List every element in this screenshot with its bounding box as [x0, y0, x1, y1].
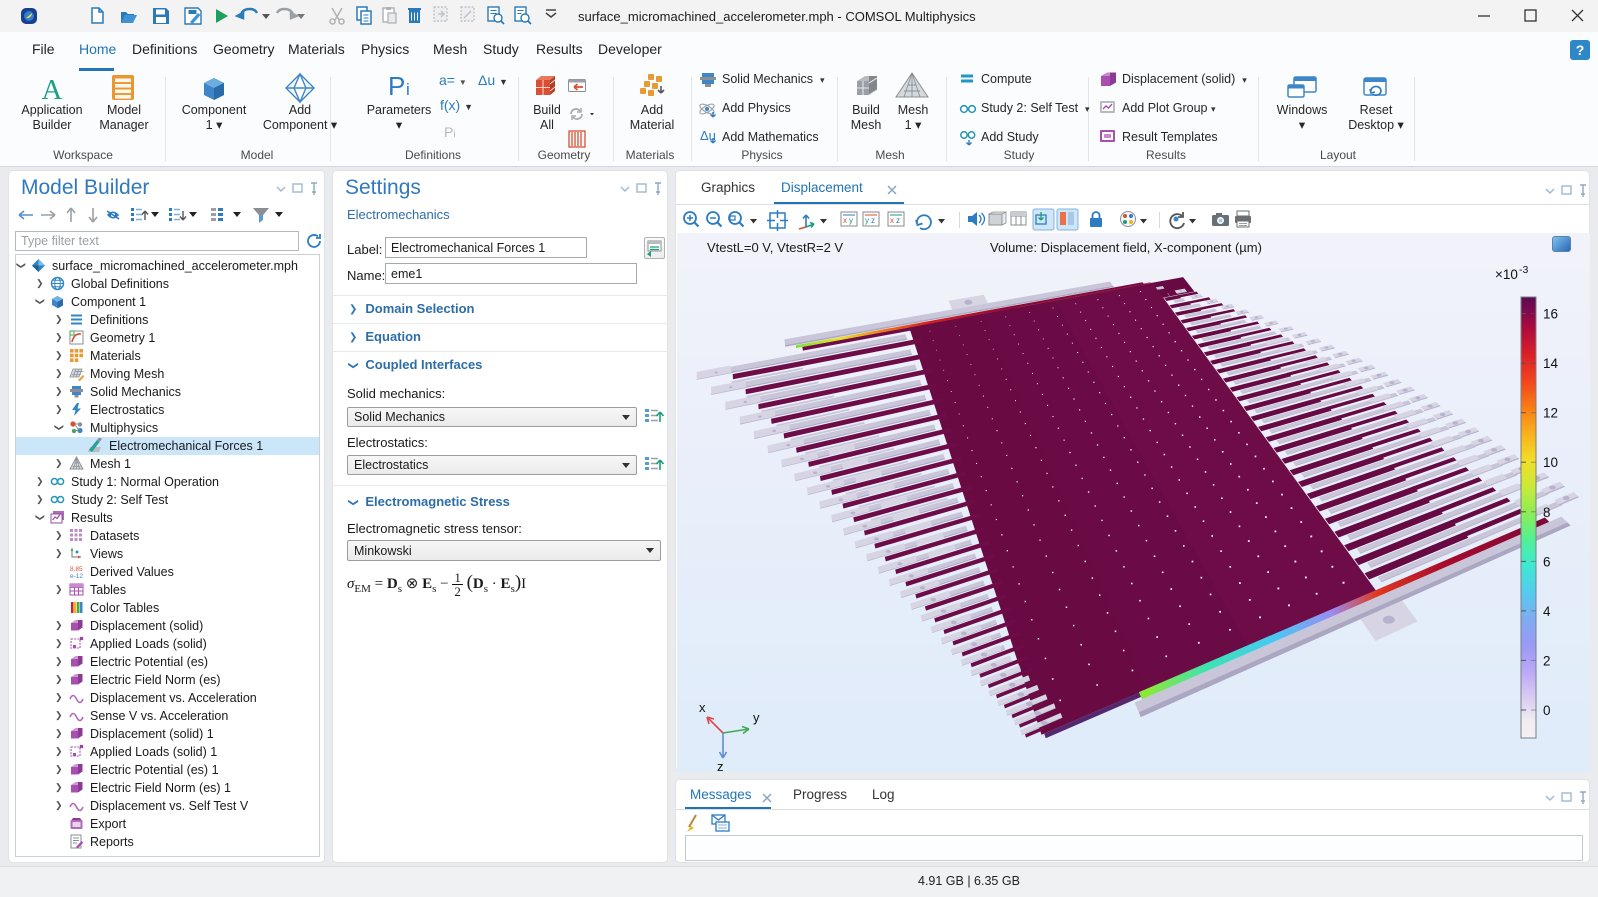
- svg-text:16: 16: [1543, 307, 1558, 322]
- svg-text:x: x: [699, 700, 706, 715]
- svg-text:P: P: [388, 71, 405, 101]
- svg-text:z: z: [717, 759, 724, 772]
- svg-text:e-12: e-12: [70, 573, 83, 579]
- svg-text:y: y: [865, 216, 869, 225]
- svg-text:4: 4: [1543, 604, 1551, 619]
- svg-text:12: 12: [1543, 406, 1558, 421]
- svg-text:z: z: [896, 216, 900, 225]
- svg-text:0: 0: [1543, 703, 1551, 718]
- svg-text:x: x: [843, 216, 847, 225]
- svg-text:10: 10: [1543, 455, 1558, 470]
- svg-text:6: 6: [1543, 554, 1551, 569]
- svg-text:8.85: 8.85: [70, 566, 83, 573]
- svg-text:A: A: [42, 74, 63, 106]
- svg-text:z: z: [871, 216, 875, 225]
- svg-text:y: y: [849, 216, 853, 225]
- svg-text:i: i: [406, 80, 410, 99]
- svg-text:2: 2: [1543, 653, 1551, 668]
- svg-text:8: 8: [1543, 505, 1551, 520]
- svg-text:-3: -3: [1519, 264, 1528, 276]
- svg-text:y: y: [753, 710, 760, 725]
- svg-text:×10: ×10: [1495, 267, 1518, 282]
- svg-text:x: x: [890, 216, 894, 225]
- svg-text:14: 14: [1543, 356, 1559, 371]
- svg-text:Δu: Δu: [700, 128, 716, 143]
